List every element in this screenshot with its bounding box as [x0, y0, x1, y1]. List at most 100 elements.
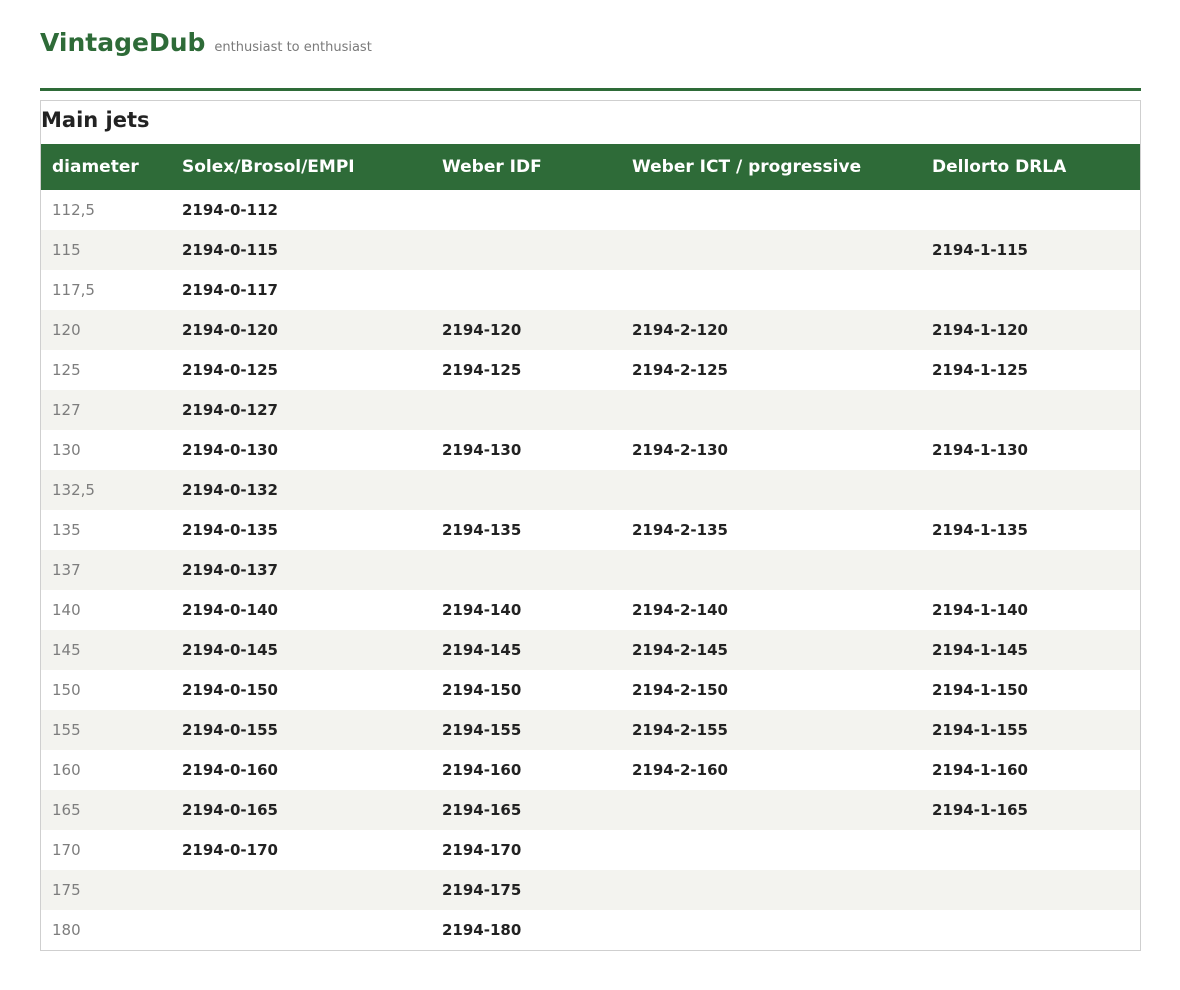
cell-solex: 2194-0-155: [182, 721, 278, 739]
cell-weber-ict: 2194-2-140: [632, 601, 728, 619]
cell-weber-idf: 2194-160: [442, 761, 522, 779]
cell-weber-idf: 2194-120: [442, 321, 522, 339]
cell-diameter: 132,5: [52, 481, 95, 499]
cell-diameter: 150: [52, 681, 81, 699]
cell-dellorto: [921, 270, 1140, 310]
table-row: 127 2194-0-127: [41, 390, 1140, 430]
cell-dellorto: 2194-1-165: [932, 801, 1028, 819]
cell-weber-idf: 2194-140: [442, 601, 522, 619]
cell-weber-ict: [621, 390, 921, 430]
cell-weber-idf: [431, 550, 621, 590]
cell-weber-idf: 2194-130: [442, 441, 522, 459]
cell-solex: [171, 870, 431, 910]
cell-diameter: 180: [52, 921, 81, 939]
cell-diameter: 127: [52, 401, 81, 419]
table-row: 130 2194-0-130 2194-130 2194-2-130 2194-1-13…: [41, 430, 1140, 470]
cell-weber-idf: 2194-135: [442, 521, 522, 539]
site-logo-text[interactable]: VintageDub: [40, 28, 205, 57]
cell-dellorto: 2194-1-120: [932, 321, 1028, 339]
cell-weber-ict: 2194-2-125: [632, 361, 728, 379]
column-header-diameter: diameter: [52, 157, 139, 177]
cell-solex: 2194-0-145: [182, 641, 278, 659]
cell-diameter: 160: [52, 761, 81, 779]
cell-diameter: 112,5: [52, 201, 95, 219]
cell-solex: 2194-0-132: [182, 481, 278, 499]
cell-weber-idf: 2194-145: [442, 641, 522, 659]
table-row: 132,5 2194-0-132: [41, 470, 1140, 510]
table-header: diameter Solex/Brosol/EMPI Weber IDF Web…: [41, 144, 1140, 190]
table-row: 150 2194-0-150 2194-150 2194-2-150 2194-1-15…: [41, 670, 1140, 710]
main-jets-table: diameter Solex/Brosol/EMPI Weber IDF Web…: [41, 144, 1140, 950]
column-header-solex: Solex/Brosol/EMPI: [182, 157, 355, 177]
table-row: 120 2194-0-120 2194-120 2194-2-120 2194-1-12…: [41, 310, 1140, 350]
cell-dellorto: [921, 470, 1140, 510]
cell-weber-idf: [431, 190, 621, 230]
column-header-weber-ict: Weber ICT / progressive: [632, 157, 862, 177]
cell-solex: 2194-0-140: [182, 601, 278, 619]
cell-solex: 2194-0-137: [182, 561, 278, 579]
cell-weber-idf: [431, 230, 621, 270]
table-body: 112,5 2194-0-112 115 2194-0-115 2194-1-115 11…: [41, 190, 1140, 950]
cell-dellorto: [921, 390, 1140, 430]
cell-weber-ict: 2194-2-160: [632, 761, 728, 779]
cell-solex: 2194-0-160: [182, 761, 278, 779]
table-row: 175 2194-175: [41, 870, 1140, 910]
cell-diameter: 115: [52, 241, 81, 259]
table-row: 170 2194-0-170 2194-170: [41, 830, 1140, 870]
cell-weber-idf: [431, 270, 621, 310]
cell-solex: 2194-0-112: [182, 201, 278, 219]
table-row: 180 2194-180: [41, 910, 1140, 950]
table-row: 160 2194-0-160 2194-160 2194-2-160 2194-1-16…: [41, 750, 1140, 790]
cell-weber-ict: [621, 790, 921, 830]
table-row: 135 2194-0-135 2194-135 2194-2-135 2194-1-13…: [41, 510, 1140, 550]
cell-diameter: 137: [52, 561, 81, 579]
cell-dellorto: 2194-1-130: [932, 441, 1028, 459]
cell-dellorto: [921, 190, 1140, 230]
cell-solex: 2194-0-127: [182, 401, 278, 419]
cell-solex: 2194-0-165: [182, 801, 278, 819]
cell-dellorto: 2194-1-135: [932, 521, 1028, 539]
site-header: VintageDub enthusiast to enthusiast: [40, 28, 372, 68]
cell-diameter: 140: [52, 601, 81, 619]
header-divider: [40, 88, 1141, 91]
cell-dellorto: 2194-1-155: [932, 721, 1028, 739]
table-row: 155 2194-0-155 2194-155 2194-2-155 2194-1-15…: [41, 710, 1140, 750]
cell-weber-ict: 2194-2-135: [632, 521, 728, 539]
table-row: 137 2194-0-137: [41, 550, 1140, 590]
table-row: 112,5 2194-0-112: [41, 190, 1140, 230]
site-tagline: enthusiast to enthusiast: [214, 40, 372, 55]
cell-weber-ict: 2194-2-145: [632, 641, 728, 659]
cell-solex: 2194-0-120: [182, 321, 278, 339]
column-header-weber-idf: Weber IDF: [442, 157, 542, 177]
cell-solex: 2194-0-125: [182, 361, 278, 379]
cell-weber-ict: [621, 830, 921, 870]
cell-weber-ict: [621, 230, 921, 270]
table-header-row: diameter Solex/Brosol/EMPI Weber IDF Web…: [41, 144, 1140, 190]
cell-dellorto: 2194-1-140: [932, 601, 1028, 619]
cell-dellorto: [921, 870, 1140, 910]
cell-dellorto: 2194-1-160: [932, 761, 1028, 779]
cell-weber-ict: [621, 550, 921, 590]
cell-diameter: 125: [52, 361, 81, 379]
cell-weber-ict: 2194-2-130: [632, 441, 728, 459]
cell-weber-idf: 2194-180: [442, 921, 522, 939]
cell-weber-ict: 2194-2-150: [632, 681, 728, 699]
main-jets-panel: Main jets diameter Solex/Brosol/EMPI Web…: [40, 100, 1141, 951]
cell-weber-idf: 2194-170: [442, 841, 522, 859]
cell-weber-idf: 2194-175: [442, 881, 522, 899]
cell-diameter: 117,5: [52, 281, 95, 299]
table-row: 125 2194-0-125 2194-125 2194-2-125 2194-1-12…: [41, 350, 1140, 390]
cell-dellorto: 2194-1-115: [932, 241, 1028, 259]
cell-weber-ict: [621, 270, 921, 310]
cell-solex: [171, 910, 431, 950]
cell-diameter: 155: [52, 721, 81, 739]
cell-weber-ict: 2194-2-155: [632, 721, 728, 739]
cell-diameter: 130: [52, 441, 81, 459]
cell-weber-idf: 2194-150: [442, 681, 522, 699]
table-row: 165 2194-0-165 2194-165 2194-1-165: [41, 790, 1140, 830]
cell-diameter: 135: [52, 521, 81, 539]
cell-weber-idf: 2194-165: [442, 801, 522, 819]
cell-diameter: 170: [52, 841, 81, 859]
cell-dellorto: [921, 550, 1140, 590]
cell-solex: 2194-0-150: [182, 681, 278, 699]
